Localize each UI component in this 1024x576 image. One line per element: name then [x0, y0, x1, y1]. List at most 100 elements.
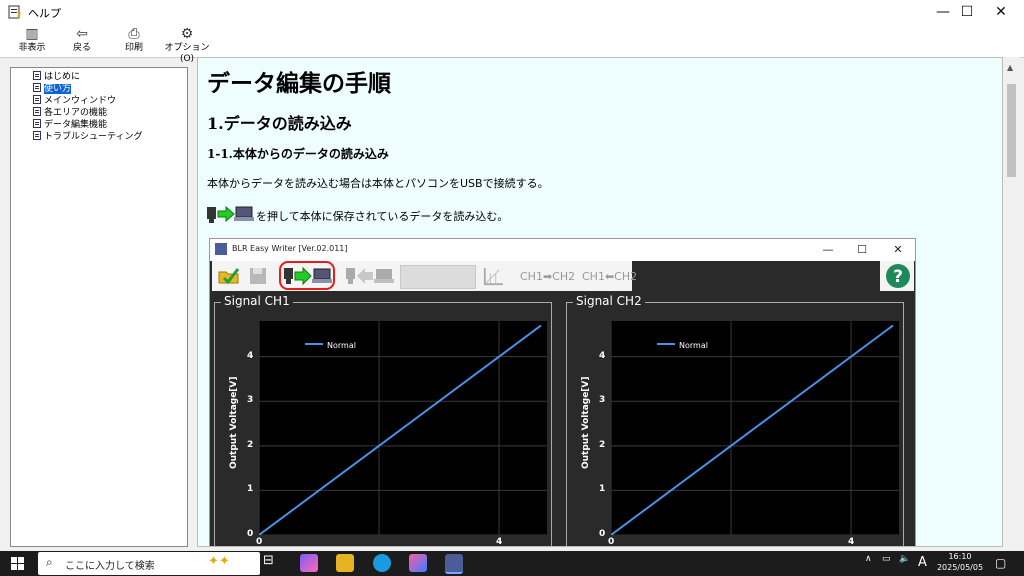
svg-text:?: ?: [893, 267, 903, 287]
windows-start-icon[interactable]: [11, 557, 24, 570]
hide-label: 非表示: [18, 43, 46, 53]
ch2-chart-svg: [610, 321, 899, 536]
toolbar: ▥ 非表示 ⇦ 戻る ⎙ 印刷 ⚙ オプション(O): [0, 24, 1024, 64]
notification-icon[interactable]: ▢: [995, 556, 1006, 570]
ch1-plot-area: Normal: [258, 321, 547, 536]
back-button[interactable]: ⇦ 戻る: [64, 25, 100, 57]
help-icon: ?: [886, 264, 910, 288]
network-icon[interactable]: ▭: [882, 554, 891, 564]
back-label: 戻る: [72, 43, 91, 53]
open-folder-icon: [218, 268, 240, 285]
taskbar: ⌕ ここに入力して検索 ✦✦ ⊟ ∧ ▭ 🔈 A 16:10 2025/05/0…: [0, 551, 1024, 576]
scroll-thumb[interactable]: [1007, 84, 1016, 177]
embedded-title: BLR Easy Writer [Ver.02.011]: [232, 244, 348, 253]
toc-item-data-edit[interactable]: データ編集機能: [33, 119, 107, 130]
help-app-icon: ?: [8, 5, 21, 19]
copy-ch2-to-ch1-button: CH1⬅CH2: [582, 270, 638, 283]
read-from-device-icon: [207, 205, 254, 223]
m365-icon[interactable]: [409, 554, 427, 572]
ch2-legend: Normal: [657, 341, 708, 350]
help-window: ? ヘルプ — ☐ ✕ ▥ 非表示 ⇦ 戻る ⎙ 印刷 ⚙ オプション(O) は…: [0, 0, 1024, 551]
device-selector[interactable]: [400, 265, 476, 289]
copy-ch1-to-ch2-button: CH1➡CH2: [520, 270, 576, 283]
hide-button[interactable]: ▥ 非表示: [14, 25, 50, 57]
app-screenshot: BLR Easy Writer [Ver.02.011] — ☐ ✕ CH1➡C…: [209, 238, 916, 547]
signal-ch1-title: Signal CH1: [221, 294, 293, 308]
ch2-ylabel: Output Voltage[V]: [581, 376, 591, 469]
signal-ch2-panel: Signal CH2 Output Voltage[V] Normal 0 1 2 3…: [566, 294, 904, 547]
section-heading: 1.データの読み込み: [207, 114, 352, 133]
embedded-title-bar: BLR Easy Writer [Ver.02.011] — ☐ ✕: [210, 239, 915, 261]
content-pane: データ編集の手順 1.データの読み込み 1-1.本体からのデータの読み込み 本体…: [197, 57, 1003, 547]
x-tick-label: 4: [496, 537, 503, 547]
y-tick-label: 1: [599, 484, 606, 495]
signal-ch2-title: Signal CH2: [573, 294, 645, 308]
ch1-ylabel: Output Voltage[V]: [229, 376, 239, 469]
clock-time: 16:10: [948, 552, 972, 561]
search-icon: ⌕: [46, 555, 53, 569]
blr-app-icon: [215, 243, 227, 255]
y-tick-label: 3: [599, 395, 606, 406]
tray-chevron-icon[interactable]: ∧: [865, 554, 872, 564]
embedded-toolbar: CH1➡CH2 CH1⬅CH2: [212, 261, 637, 291]
vertical-scrollbar[interactable]: ▲: [1003, 57, 1020, 547]
scroll-up-icon[interactable]: ▲: [1007, 63, 1013, 72]
embedded-help-button: ?: [880, 261, 914, 291]
y-tick-label: 0: [599, 529, 606, 539]
page-icon: [33, 107, 41, 116]
copilot-icon[interactable]: [300, 554, 318, 572]
graph-settings-icon: [483, 267, 503, 286]
file-explorer-icon[interactable]: [336, 554, 354, 572]
y-tick-label: 2: [247, 439, 254, 450]
embedded-maximize-icon: ☐: [857, 243, 867, 256]
search-highlight-icon: ✦✦: [208, 554, 230, 569]
window-title: ヘルプ: [28, 7, 61, 20]
signal-ch1-panel: Signal CH1 Output Voltage[V] Normal 0 1 2 3…: [214, 294, 552, 547]
taskbar-search[interactable]: ⌕ ここに入力して検索 ✦✦: [38, 552, 260, 575]
toc-item-area-functions[interactable]: 各エリアの機能: [33, 107, 107, 118]
embedded-close-icon: ✕: [893, 243, 903, 256]
svg-text:?: ?: [16, 11, 21, 19]
printer-icon: ⎙: [128, 26, 140, 42]
ch1-legend: Normal: [305, 341, 356, 350]
x-tick-label: 0: [608, 537, 615, 547]
toc-item-label: 使い方: [44, 84, 72, 94]
toc-item-label: データ編集機能: [44, 120, 108, 130]
options-button[interactable]: ⚙ オプション(O): [160, 25, 214, 64]
toc-item-label: トラブルシューティング: [44, 132, 143, 142]
y-tick-label: 4: [599, 350, 606, 361]
toc-item-label: 各エリアの機能: [44, 108, 108, 118]
x-tick-label: 4: [848, 537, 855, 547]
page-icon: [33, 119, 41, 128]
close-button[interactable]: ✕: [978, 0, 1024, 24]
y-tick-label: 2: [599, 439, 606, 450]
ime-indicator[interactable]: A: [918, 555, 927, 570]
volume-icon[interactable]: 🔈: [899, 554, 910, 564]
page-icon: [33, 131, 41, 140]
save-icon: [250, 268, 266, 284]
print-label: 印刷: [124, 43, 143, 53]
toc-item-main-window[interactable]: メインウィンドウ: [33, 95, 116, 106]
edge-browser-icon[interactable]: [373, 554, 391, 572]
instruction-text-1: 本体からデータを読み込む場合は本体とパソコンをUSBで接続する。: [207, 177, 549, 190]
write-to-device-icon: [346, 268, 394, 284]
task-view-icon[interactable]: ⊟: [263, 553, 274, 568]
toc-item-label: はじめに: [44, 72, 81, 82]
clock[interactable]: 16:10 2025/05/05: [935, 551, 985, 573]
toc-item-usage[interactable]: 使い方: [33, 83, 72, 94]
instruction-text-2: を押して本体に保存されているデータを読み込む。: [256, 210, 509, 223]
ch1-legend-label: Normal: [327, 341, 356, 350]
toc-item-label: メインウィンドウ: [44, 96, 117, 106]
toc-pane: はじめに 使い方 メインウィンドウ 各エリアの機能 データ編集機能 トラブルシュ…: [10, 67, 188, 547]
y-tick-label: 3: [247, 395, 254, 406]
page-icon: [33, 95, 41, 104]
toc-item-troubleshooting[interactable]: トラブルシューティング: [33, 131, 142, 142]
ch1-chart-svg: [258, 321, 547, 536]
y-tick-label: 1: [247, 484, 254, 495]
print-button[interactable]: ⎙ 印刷: [116, 25, 152, 57]
page-icon: [33, 71, 41, 80]
blr-easy-writer-taskbar-icon[interactable]: [445, 554, 463, 574]
legend-line-swatch: [305, 343, 323, 345]
page-icon: [33, 83, 41, 92]
toc-item-intro[interactable]: はじめに: [33, 71, 80, 82]
